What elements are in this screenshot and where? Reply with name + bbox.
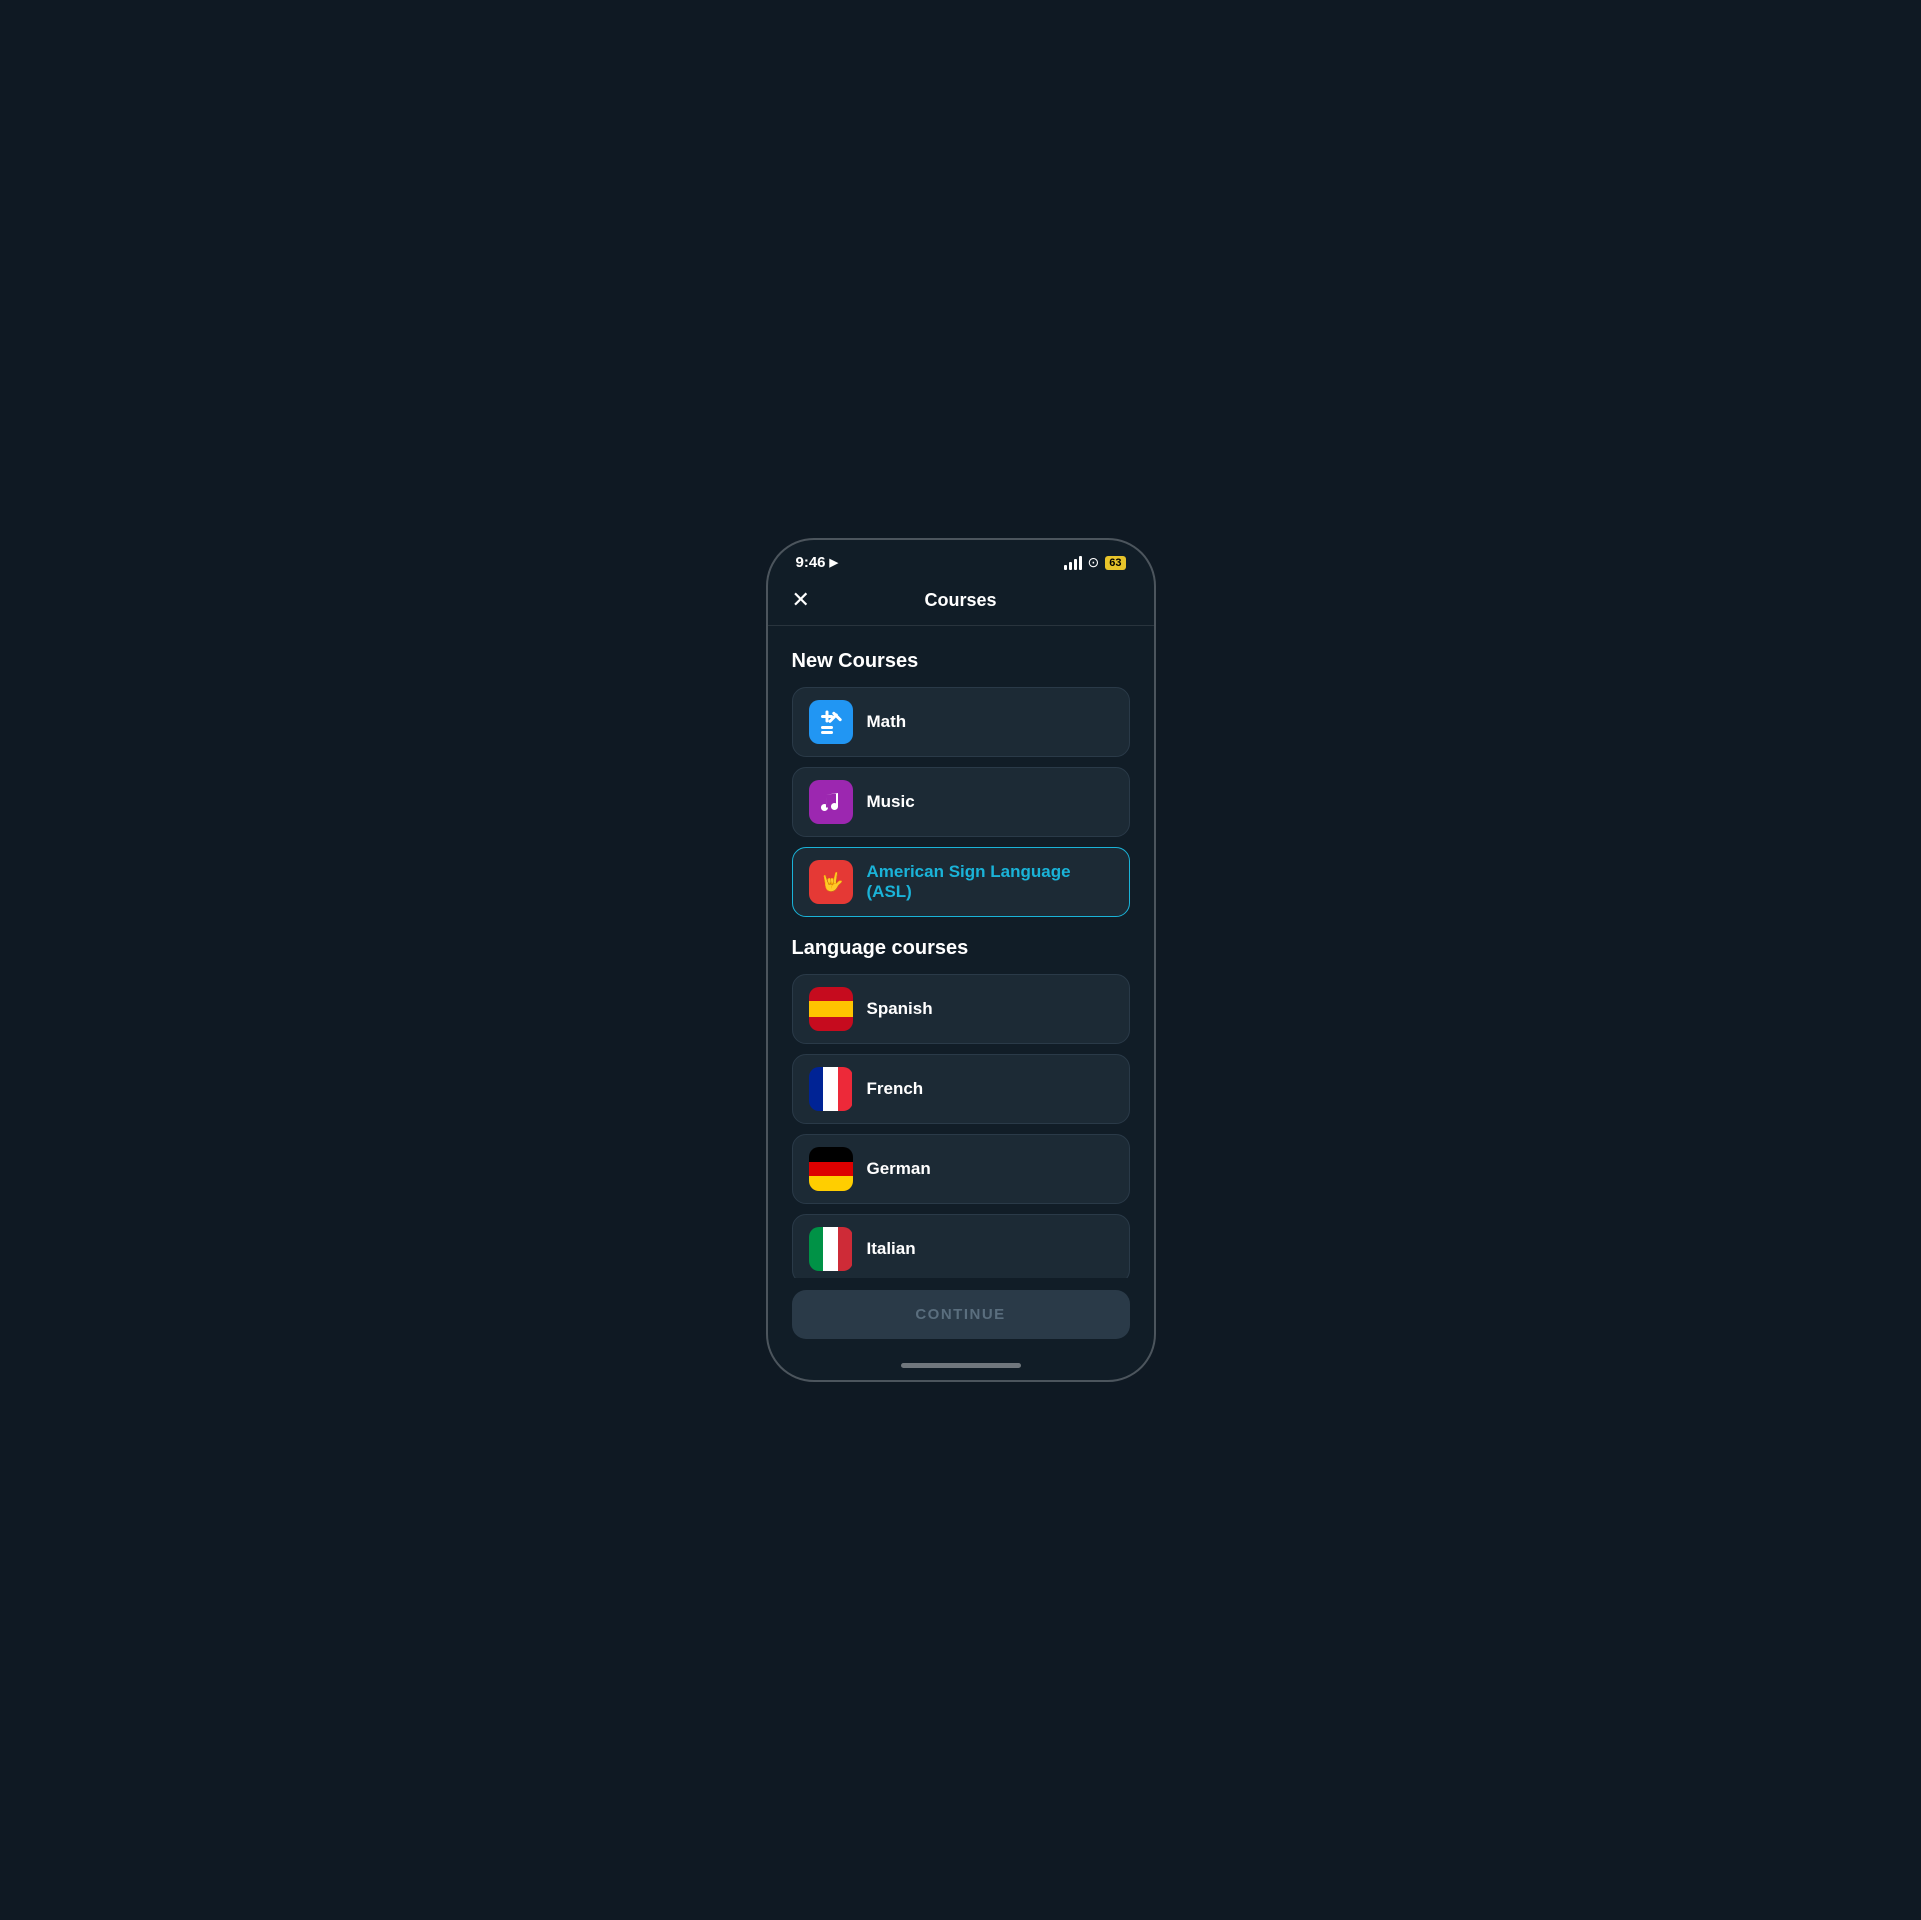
- course-label-spanish: Spanish: [867, 999, 933, 1019]
- course-label-math: Math: [867, 712, 907, 732]
- course-label-german: German: [867, 1159, 931, 1179]
- phone-frame: 9:46 ▶ ⊙ 63 ✕ Courses New Courses: [766, 538, 1156, 1382]
- content-area: New Courses Math Mus: [768, 626, 1154, 1278]
- course-label-asl: American Sign Language (ASL): [867, 862, 1113, 902]
- close-button[interactable]: ✕: [792, 589, 810, 611]
- math-icon: [809, 700, 853, 744]
- home-indicator: [768, 1355, 1154, 1380]
- continue-button[interactable]: CONTINUE: [792, 1290, 1130, 1339]
- location-arrow-icon: ▶: [830, 556, 838, 569]
- svg-text:🤟: 🤟: [821, 871, 843, 894]
- header: ✕ Courses: [768, 579, 1154, 626]
- italian-flag-icon: [809, 1227, 853, 1271]
- home-bar: [901, 1363, 1021, 1368]
- battery-badge: 63: [1105, 556, 1125, 570]
- course-item-french[interactable]: French: [792, 1054, 1130, 1124]
- music-icon: [809, 780, 853, 824]
- course-label-french: French: [867, 1079, 924, 1099]
- course-label-italian: Italian: [867, 1239, 916, 1259]
- course-item-spanish[interactable]: Spanish: [792, 974, 1130, 1044]
- course-item-music[interactable]: Music: [792, 767, 1130, 837]
- german-flag-icon: [809, 1147, 853, 1191]
- time-display: 9:46: [796, 554, 826, 571]
- french-flag-icon: [809, 1067, 853, 1111]
- status-time: 9:46 ▶: [796, 554, 839, 571]
- language-courses-section-title: Language courses: [792, 937, 1130, 960]
- course-item-italian[interactable]: Italian: [792, 1214, 1130, 1278]
- spanish-flag-icon: [809, 987, 853, 1031]
- course-item-asl[interactable]: 🤟 American Sign Language (ASL): [792, 847, 1130, 917]
- asl-icon: 🤟: [809, 860, 853, 904]
- continue-area: CONTINUE: [768, 1278, 1154, 1355]
- new-courses-section-title: New Courses: [792, 650, 1130, 673]
- close-icon: ✕: [792, 587, 810, 612]
- course-label-music: Music: [867, 792, 915, 812]
- status-icons: ⊙ 63: [1064, 554, 1126, 571]
- wifi-icon: ⊙: [1088, 554, 1100, 571]
- course-item-math[interactable]: Math: [792, 687, 1130, 757]
- status-bar: 9:46 ▶ ⊙ 63: [768, 540, 1154, 579]
- course-item-german[interactable]: German: [792, 1134, 1130, 1204]
- signal-icon: [1064, 556, 1082, 570]
- page-title: Courses: [924, 590, 996, 611]
